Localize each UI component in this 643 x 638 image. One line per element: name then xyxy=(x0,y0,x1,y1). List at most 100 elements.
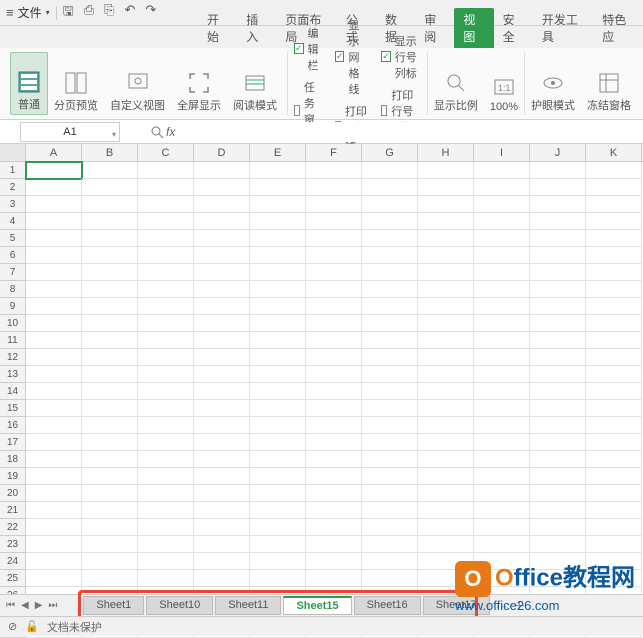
cell[interactable] xyxy=(138,281,194,298)
cell[interactable] xyxy=(418,383,474,400)
fx-button[interactable]: fx xyxy=(150,125,175,139)
cell[interactable] xyxy=(194,536,250,553)
cell[interactable] xyxy=(418,264,474,281)
cell[interactable] xyxy=(418,298,474,315)
cell[interactable] xyxy=(250,213,306,230)
cell[interactable] xyxy=(586,281,642,298)
row-header[interactable]: 4 xyxy=(0,213,25,230)
cell[interactable] xyxy=(306,502,362,519)
cell[interactable] xyxy=(250,519,306,536)
more-sheets-icon[interactable]: ··· xyxy=(496,599,508,613)
cell[interactable] xyxy=(194,451,250,468)
row-header[interactable]: 15 xyxy=(0,400,25,417)
fullscreen-button[interactable]: 全屏显示 xyxy=(171,52,227,115)
cell[interactable] xyxy=(362,264,418,281)
cell[interactable] xyxy=(250,162,306,179)
cell[interactable] xyxy=(194,298,250,315)
cell[interactable] xyxy=(138,196,194,213)
cell[interactable] xyxy=(586,434,642,451)
cell[interactable] xyxy=(26,468,82,485)
cell[interactable] xyxy=(250,485,306,502)
cell[interactable] xyxy=(474,298,530,315)
column-header[interactable]: A xyxy=(26,144,82,161)
tab-developer[interactable]: 开发工具 xyxy=(533,8,593,48)
cells-area[interactable] xyxy=(26,162,643,638)
cell[interactable] xyxy=(194,230,250,247)
cell[interactable] xyxy=(306,451,362,468)
cell[interactable] xyxy=(82,315,138,332)
cell[interactable] xyxy=(138,485,194,502)
cell[interactable] xyxy=(474,349,530,366)
column-header[interactable]: F xyxy=(306,144,362,161)
row-header[interactable]: 12 xyxy=(0,349,25,366)
cell[interactable] xyxy=(138,264,194,281)
cell[interactable] xyxy=(26,332,82,349)
tab-special[interactable]: 特色应 xyxy=(593,8,643,48)
cell[interactable] xyxy=(418,485,474,502)
cell[interactable] xyxy=(530,417,586,434)
cell[interactable] xyxy=(26,434,82,451)
cell[interactable] xyxy=(306,247,362,264)
cell[interactable] xyxy=(194,196,250,213)
cell[interactable] xyxy=(530,196,586,213)
add-sheet-icon[interactable]: ＋ xyxy=(514,597,526,614)
cell[interactable] xyxy=(26,519,82,536)
cell[interactable] xyxy=(362,434,418,451)
cell[interactable] xyxy=(306,553,362,570)
cell[interactable] xyxy=(82,417,138,434)
file-menu-dropdown-icon[interactable]: ▾ xyxy=(46,8,50,17)
cell[interactable] xyxy=(250,281,306,298)
cell[interactable] xyxy=(26,400,82,417)
cell[interactable] xyxy=(138,383,194,400)
column-header[interactable]: C xyxy=(138,144,194,161)
column-header[interactable]: K xyxy=(586,144,642,161)
sheet-tab[interactable]: Sheet17 xyxy=(423,596,490,615)
cell[interactable] xyxy=(138,468,194,485)
cell[interactable] xyxy=(418,366,474,383)
cell[interactable] xyxy=(586,502,642,519)
cell[interactable] xyxy=(530,366,586,383)
cell[interactable] xyxy=(306,162,362,179)
column-header[interactable]: H xyxy=(418,144,474,161)
cell[interactable] xyxy=(250,570,306,587)
cell[interactable] xyxy=(26,570,82,587)
cell[interactable] xyxy=(194,519,250,536)
cell[interactable] xyxy=(530,570,586,587)
cell[interactable] xyxy=(194,349,250,366)
eye-mode-button[interactable]: 护眼模式 xyxy=(524,52,581,115)
cell[interactable] xyxy=(194,468,250,485)
row-header[interactable]: 17 xyxy=(0,434,25,451)
row-header[interactable]: 9 xyxy=(0,298,25,315)
cell[interactable] xyxy=(138,451,194,468)
cell[interactable] xyxy=(82,298,138,315)
row-header[interactable]: 11 xyxy=(0,332,25,349)
cell[interactable] xyxy=(306,179,362,196)
cell[interactable] xyxy=(82,485,138,502)
cell[interactable] xyxy=(194,485,250,502)
cell[interactable] xyxy=(82,332,138,349)
cell[interactable] xyxy=(362,281,418,298)
cell[interactable] xyxy=(138,230,194,247)
cell[interactable] xyxy=(26,349,82,366)
cell[interactable] xyxy=(138,502,194,519)
cell[interactable] xyxy=(26,315,82,332)
zoom-100-button[interactable]: 1:1 100% xyxy=(484,52,524,115)
check-formula-bar[interactable]: ✓编辑栏 xyxy=(294,25,323,73)
cell[interactable] xyxy=(418,417,474,434)
cell[interactable] xyxy=(362,230,418,247)
row-header[interactable]: 22 xyxy=(0,519,25,536)
column-header[interactable]: G xyxy=(362,144,418,161)
cell[interactable] xyxy=(474,332,530,349)
print-icon[interactable]: ⎘ xyxy=(104,2,114,24)
cell[interactable] xyxy=(194,315,250,332)
cell[interactable] xyxy=(138,179,194,196)
row-header[interactable]: 19 xyxy=(0,468,25,485)
cell[interactable] xyxy=(474,400,530,417)
cell[interactable] xyxy=(530,553,586,570)
cell[interactable] xyxy=(26,485,82,502)
row-header[interactable]: 2 xyxy=(0,179,25,196)
cell[interactable] xyxy=(26,536,82,553)
check-headings[interactable]: ✓显示行号列标 xyxy=(381,33,421,81)
cell[interactable] xyxy=(586,451,642,468)
cell[interactable] xyxy=(418,349,474,366)
